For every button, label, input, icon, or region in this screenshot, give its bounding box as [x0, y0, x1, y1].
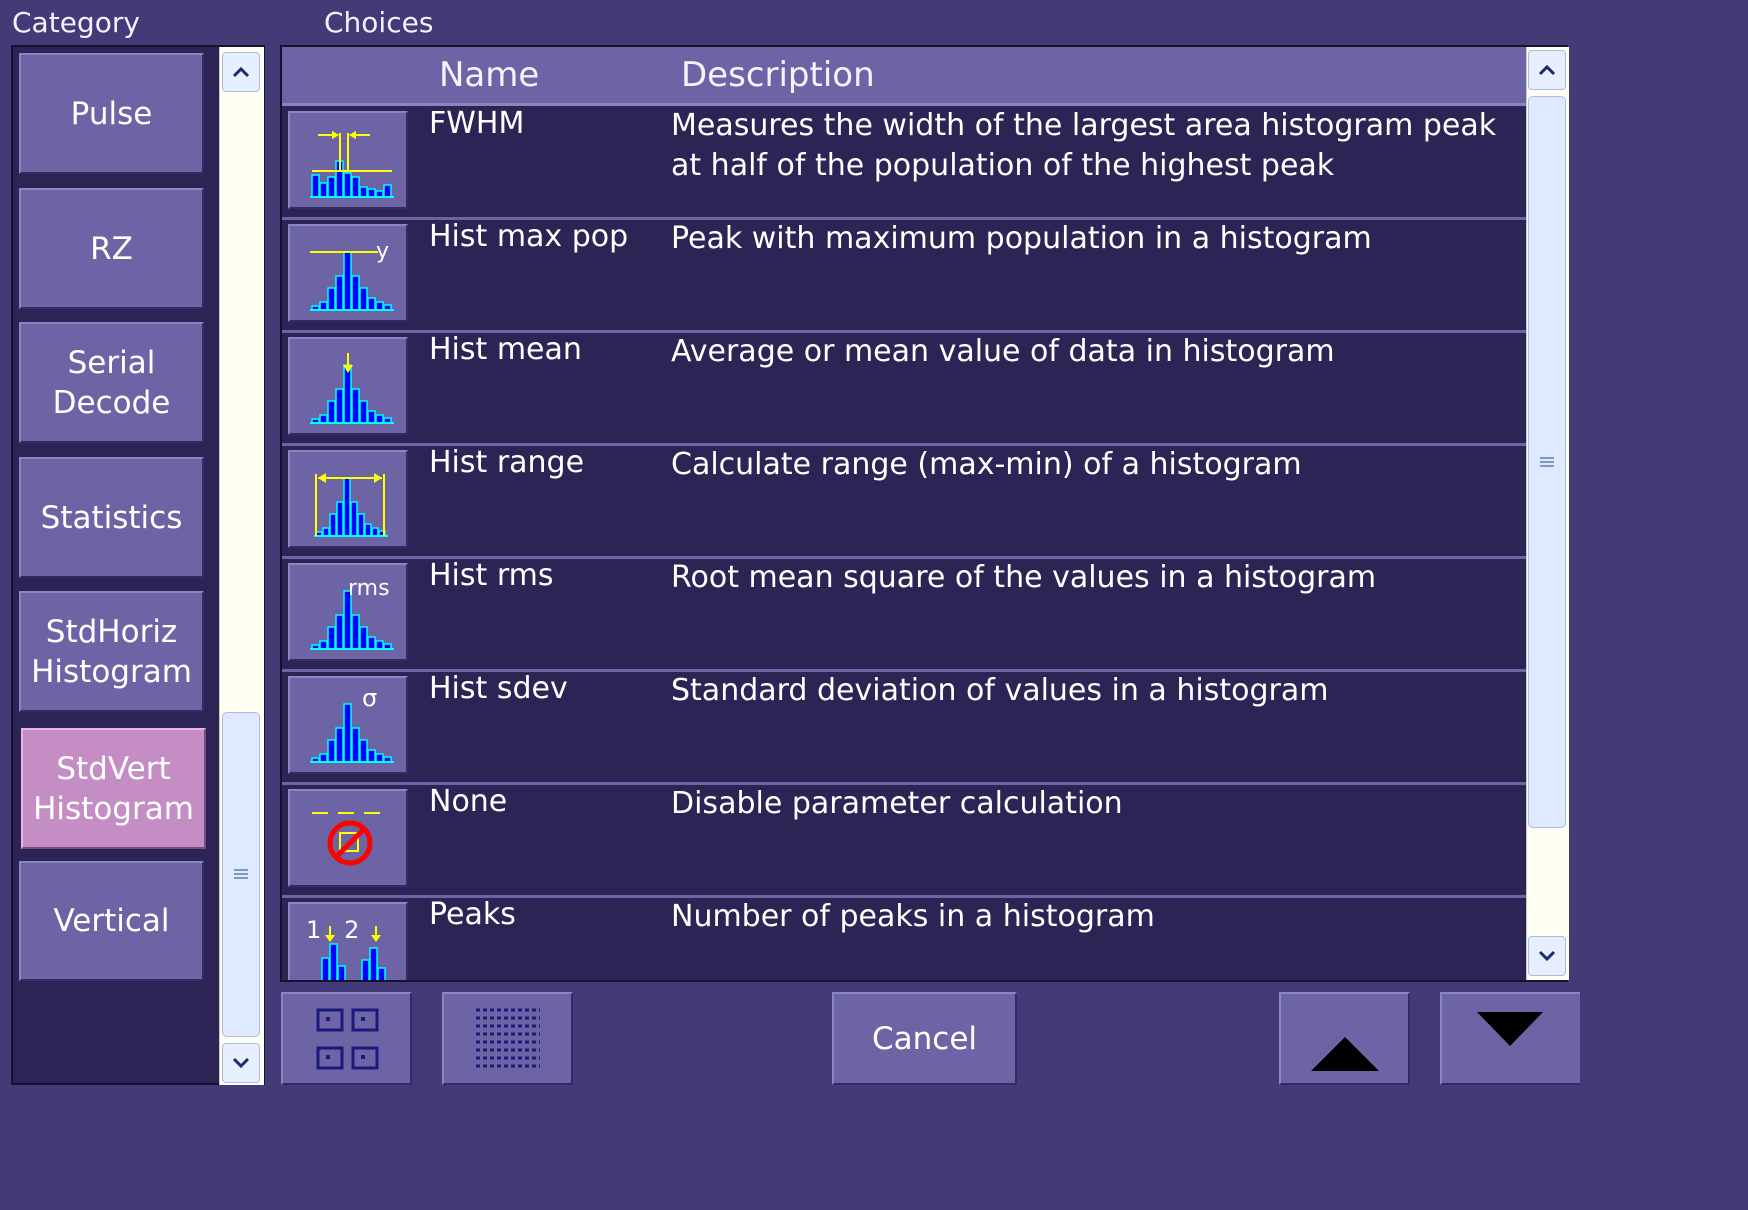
list-view-button[interactable] — [442, 992, 573, 1085]
row-icon-button[interactable] — [288, 450, 408, 548]
column-header-name: Name — [439, 55, 540, 95]
icon-text: y — [376, 239, 389, 264]
peaks-histogram-icon: 1 2 — [306, 916, 386, 980]
row-name: Hist rms — [429, 558, 554, 593]
row-icon-button[interactable]: σ — [288, 676, 408, 774]
triangle-up-icon — [1310, 1036, 1379, 1071]
category-button[interactable]: Statistics — [19, 457, 204, 578]
grip-icon — [1540, 456, 1554, 468]
row-description: Disable parameter calculation — [671, 786, 1123, 821]
scroll-up-button[interactable] — [1279, 992, 1410, 1085]
row-description: Average or mean value of data in histogr… — [671, 334, 1335, 369]
category-button[interactable]: RZ — [19, 188, 204, 309]
choices-header: Choices — [324, 6, 434, 39]
column-header-description: Description — [681, 55, 875, 95]
table-row[interactable]: rms Hist rms Root mean square of the value… — [282, 558, 1526, 672]
table-row[interactable]: 1 2 Peaks Number of peaks in a histogram — [282, 897, 1526, 980]
row-icon-button[interactable]: rms — [288, 563, 408, 661]
category-header: Category — [12, 6, 140, 39]
row-name: Peaks — [429, 897, 516, 932]
cancel-label: Cancel — [871, 1020, 978, 1057]
sdev-histogram-icon: σ — [310, 684, 394, 763]
icon-text: σ — [362, 684, 377, 712]
category-button[interactable]: Serial Decode — [19, 322, 204, 443]
grip-icon — [234, 869, 248, 880]
row-icon-button[interactable] — [288, 789, 408, 887]
mean-histogram-icon — [310, 353, 394, 424]
category-scroll-thumb[interactable] — [222, 712, 260, 1037]
rms-histogram-icon: rms — [310, 576, 394, 650]
row-description: Calculate range (max-min) of a histogram — [671, 447, 1302, 482]
icon-text: 1 2 — [306, 916, 359, 944]
table-row[interactable]: FWHM Measures the width of the largest ar… — [282, 106, 1526, 220]
category-button[interactable]: StdVert Histogram — [21, 728, 206, 849]
table-row[interactable]: y Hist max pop Peak with maximum populatio… — [282, 219, 1526, 333]
chevron-down-icon — [1538, 950, 1556, 962]
fwhm-histogram-icon — [310, 131, 394, 198]
disabled-icon — [312, 812, 390, 866]
table-row[interactable]: None Disable parameter calculation — [282, 784, 1526, 898]
choices-scroll-up-button[interactable] — [1528, 50, 1566, 90]
category-button[interactable]: StdHoriz Histogram — [19, 591, 204, 712]
row-name: Hist max pop — [429, 219, 629, 254]
choices-scroll-down-button[interactable] — [1528, 936, 1566, 976]
row-name: Hist sdev — [429, 671, 568, 706]
triangle-down-icon — [1477, 1011, 1543, 1046]
row-icon-button[interactable]: y — [288, 224, 408, 322]
row-description: Root mean square of the values in a hist… — [671, 560, 1377, 595]
grid-view-button[interactable] — [281, 992, 412, 1085]
icon-text: rms — [348, 576, 390, 601]
list-view-icon — [475, 1008, 540, 1067]
table-row[interactable]: σ Hist sdev Standard deviation of values i… — [282, 671, 1526, 785]
row-icon-button[interactable]: 1 2 — [288, 902, 408, 980]
category-scroll-up-button[interactable] — [222, 52, 260, 92]
table-row[interactable]: Hist range Calculate range (max-min) of a… — [282, 445, 1526, 559]
row-icon-button[interactable] — [288, 337, 408, 435]
category-scroll-down-button[interactable] — [222, 1043, 260, 1083]
choices-table: Name Description FWHM Measures the width … — [280, 45, 1568, 982]
scroll-down-button[interactable] — [1440, 992, 1580, 1085]
row-name: Hist range — [429, 445, 585, 480]
row-description: Number of peaks in a histogram — [671, 899, 1155, 934]
range-histogram-icon — [314, 473, 388, 537]
row-name: None — [429, 784, 508, 819]
row-description: Measures the width of the largest area h… — [671, 108, 1497, 183]
max-pop-histogram-icon: y — [310, 239, 394, 311]
table-row[interactable]: Hist mean Average or mean value of data i… — [282, 332, 1526, 446]
category-button[interactable]: Pulse — [19, 53, 204, 174]
chevron-up-icon — [1538, 64, 1556, 76]
row-description: Peak with maximum population in a histog… — [671, 221, 1372, 256]
chevron-up-icon — [232, 66, 250, 78]
chevron-down-icon — [232, 1057, 250, 1069]
row-name: Hist mean — [429, 332, 582, 367]
grid-view-icon — [316, 1008, 378, 1069]
row-icon-button[interactable] — [288, 111, 408, 209]
choices-scroll-thumb[interactable] — [1528, 96, 1566, 828]
row-name: FWHM — [429, 106, 525, 141]
row-description: Standard deviation of values in a histog… — [671, 673, 1329, 708]
table-header: Name Description — [282, 47, 1526, 106]
cancel-button[interactable]: Cancel — [832, 992, 1017, 1085]
category-button[interactable]: Vertical — [19, 861, 204, 981]
